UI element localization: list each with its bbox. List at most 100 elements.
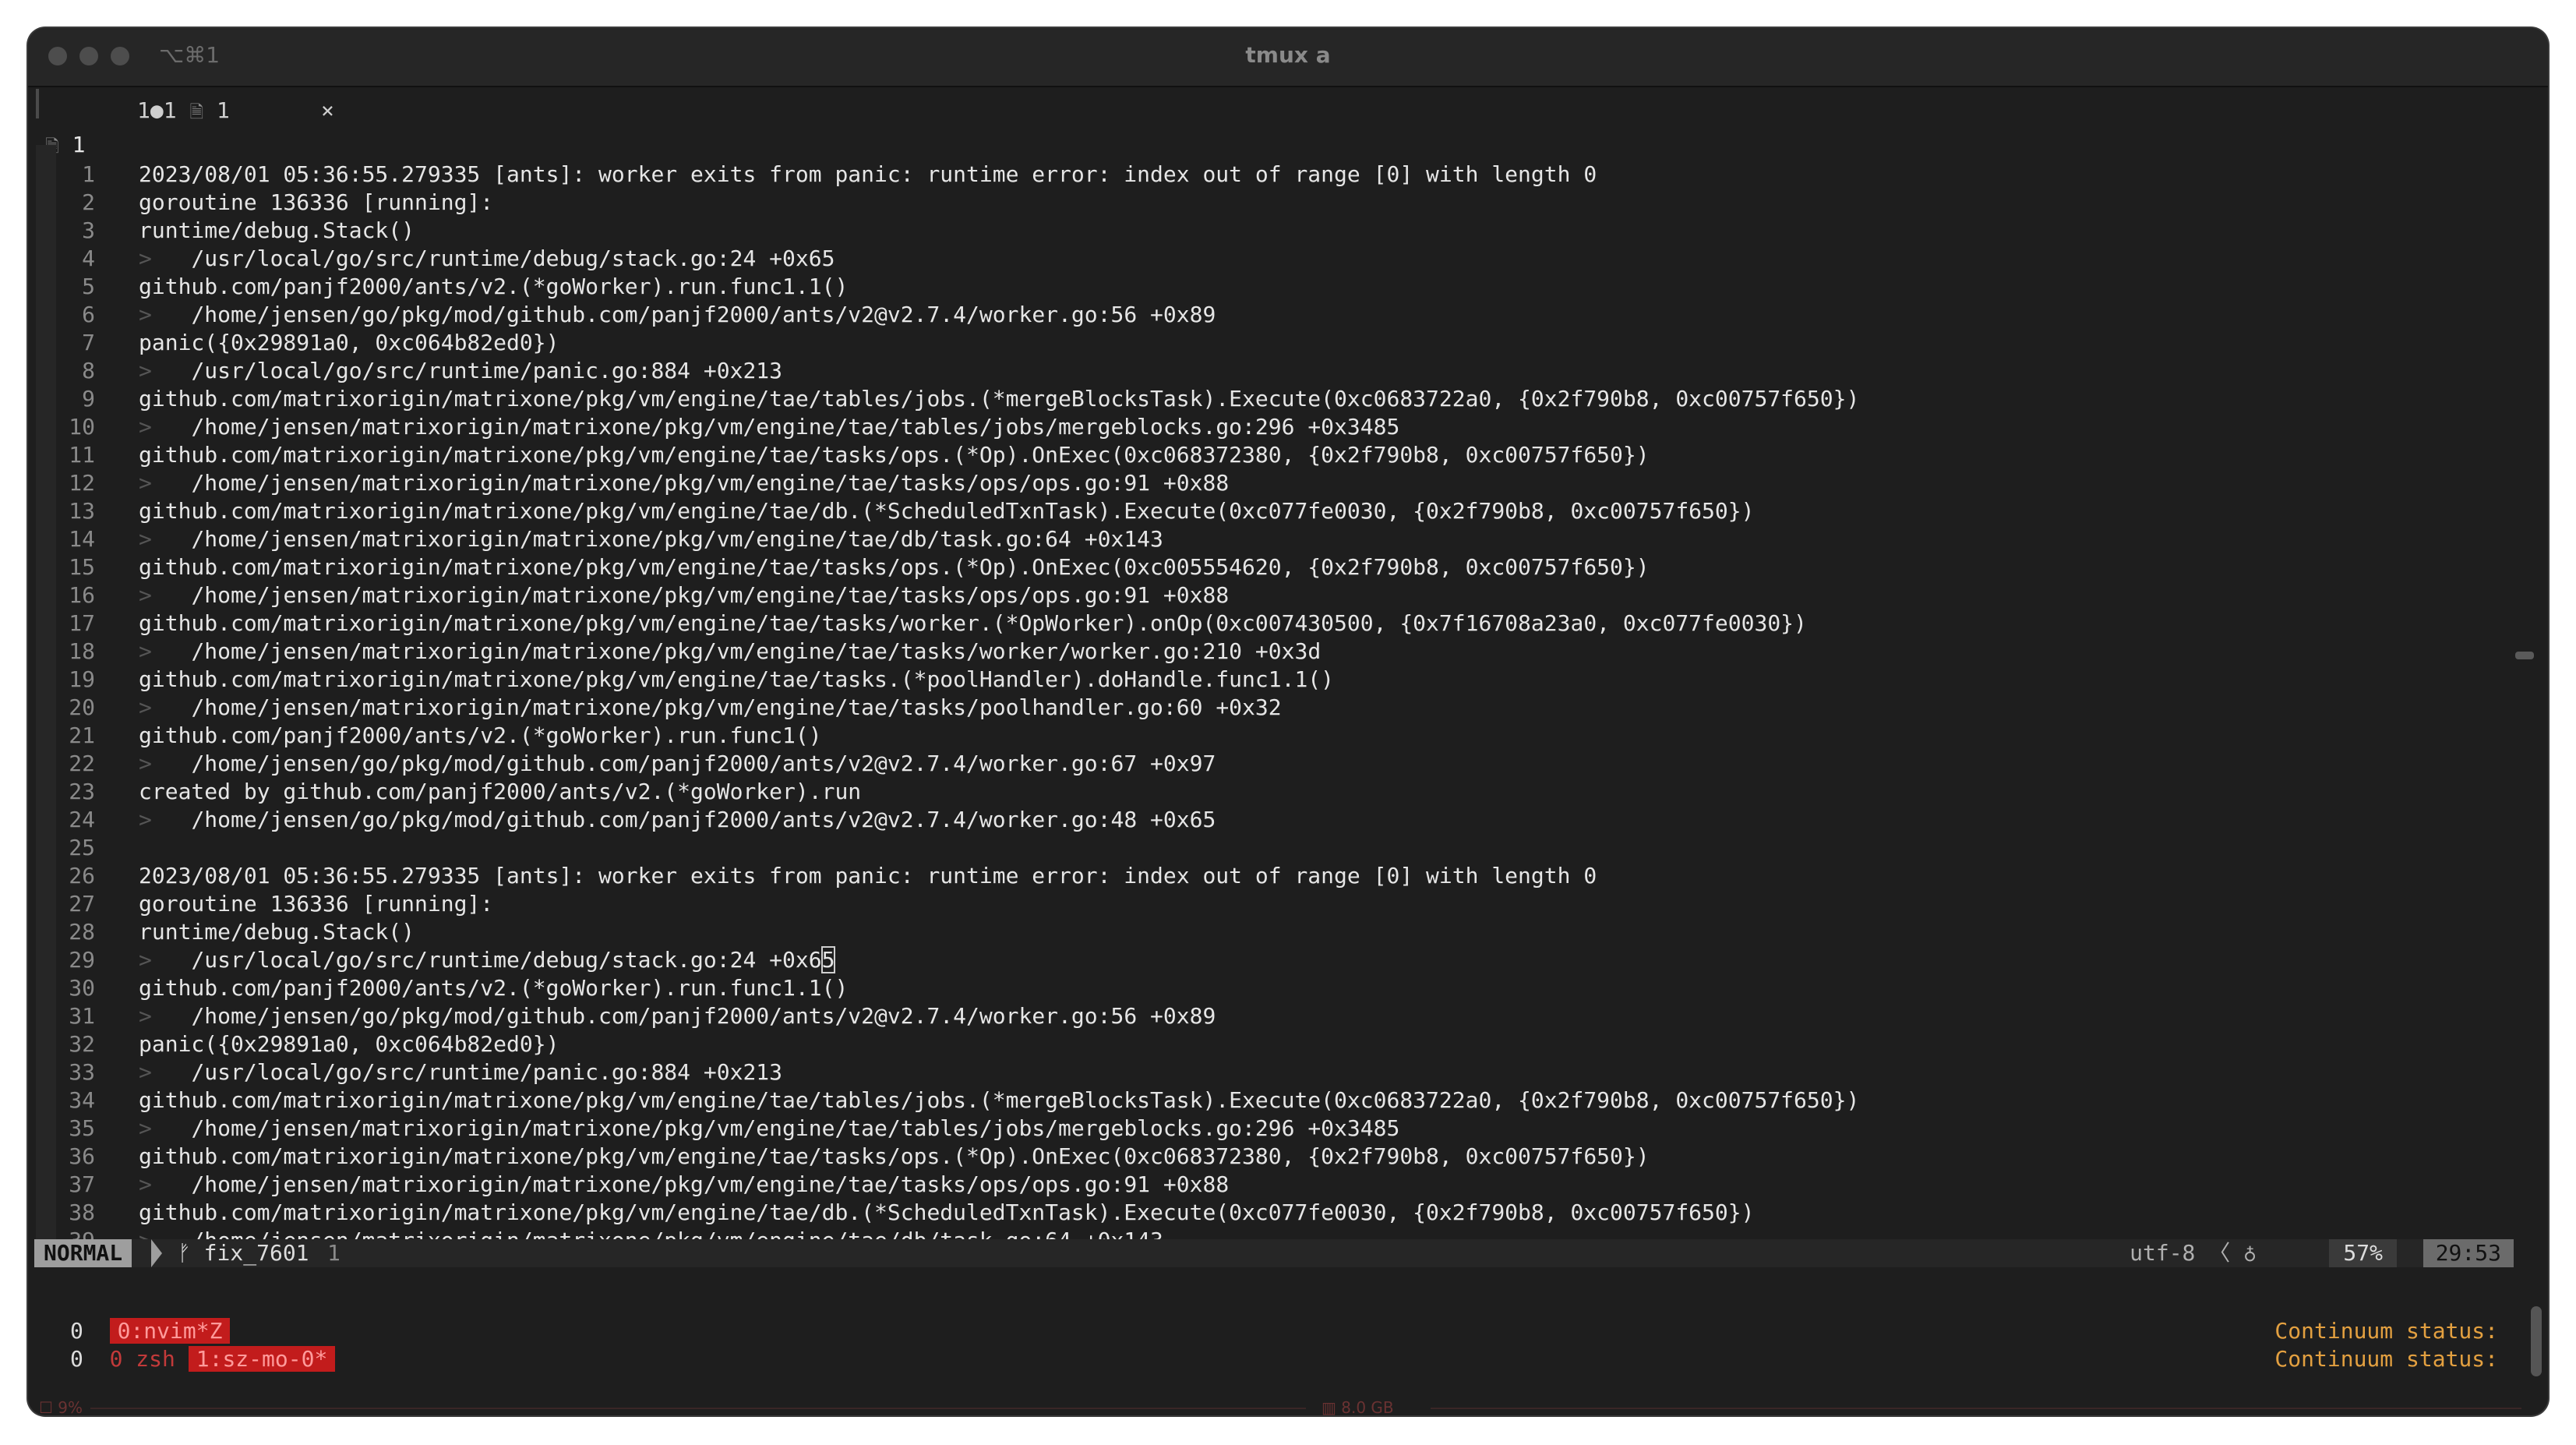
editor-line[interactable]: 21 github.com/panjf2000/ants/v2.(*goWorke…: [56, 722, 2518, 750]
line-text: github.com/matrixorigin/matrixone/pkg/vm…: [139, 441, 1650, 469]
scrollbar-thumb[interactable]: [2515, 652, 2534, 659]
line-number: 20: [69, 694, 95, 720]
line-text: > /usr/local/go/src/runtime/panic.go:884…: [139, 1058, 782, 1086]
line-text: github.com/panjf2000/ants/v2.(*goWorker)…: [139, 974, 848, 1002]
memory-value: 8.0 GB: [1341, 1398, 1394, 1415]
editor-line[interactable]: 12 > /home/jensen/matrixorigin/matrixone/…: [56, 469, 2518, 497]
session-index: 0: [70, 1346, 83, 1372]
line-number: 27: [69, 891, 95, 917]
editor-line[interactable]: 34 github.com/matrixorigin/matrixone/pkg/…: [56, 1086, 2518, 1115]
editor-line[interactable]: 31 > /home/jensen/go/pkg/mod/github.com/p…: [56, 1002, 2518, 1030]
indent-guide: >: [139, 751, 192, 776]
indent-guide: >: [139, 1059, 192, 1085]
editor-line[interactable]: 25: [56, 834, 2518, 862]
line-text: github.com/panjf2000/ants/v2.(*goWorker)…: [139, 273, 848, 301]
line-number: 36: [69, 1143, 95, 1169]
line-content: github.com/matrixorigin/matrixone/pkg/vm…: [139, 442, 1650, 468]
line-number: 33: [69, 1059, 95, 1085]
editor-line[interactable]: 4 > /usr/local/go/src/runtime/debug/stack…: [56, 245, 2518, 273]
line-content: /usr/local/go/src/runtime/panic.go:884 +…: [191, 1059, 783, 1085]
line-number: 26: [69, 863, 95, 889]
editor-line[interactable]: 5 github.com/panjf2000/ants/v2.(*goWorker…: [56, 273, 2518, 301]
editor-line[interactable]: 10 > /home/jensen/matrixorigin/matrixone/…: [56, 413, 2518, 441]
line-text: goroutine 136336 [running]:: [139, 890, 493, 918]
editor-line[interactable]: 35 > /home/jensen/matrixorigin/matrixone/…: [56, 1115, 2518, 1143]
line-number: 1: [82, 161, 95, 187]
line-content: goroutine 136336 [running]:: [139, 891, 494, 917]
line-text: > /home/jensen/go/pkg/mod/github.com/pan…: [139, 301, 1216, 329]
editor-line[interactable]: 38 github.com/matrixorigin/matrixone/pkg/…: [56, 1199, 2518, 1227]
line-content: /usr/local/go/src/runtime/panic.go:884 +…: [191, 358, 783, 383]
editor-line[interactable]: 23 created by github.com/panjf2000/ants/v…: [56, 778, 2518, 806]
tmux-window-active[interactable]: 1:sz-mo-0*: [188, 1346, 336, 1372]
editor-line[interactable]: 30 github.com/panjf2000/ants/v2.(*goWorke…: [56, 974, 2518, 1002]
editor-line[interactable]: 9 github.com/matrixorigin/matrixone/pkg/v…: [56, 385, 2518, 413]
line-text: github.com/matrixorigin/matrixone/pkg/vm…: [139, 1199, 1754, 1227]
editor-line[interactable]: 29 > /usr/local/go/src/runtime/debug/stac…: [56, 946, 2518, 974]
editor-line[interactable]: 15 github.com/matrixorigin/matrixone/pkg/…: [56, 553, 2518, 581]
line-number: 31: [69, 1003, 95, 1029]
line-content: github.com/panjf2000/ants/v2.(*goWorker)…: [139, 975, 849, 1001]
status-line: NORMAL ᚠ fix_7601 1 utf-8 〈 ♁ 57% 29:53: [34, 1239, 2514, 1267]
memory-usage: ▥ 8.0 GB: [1322, 1398, 1394, 1415]
line-number: 35: [69, 1115, 95, 1141]
editor-line[interactable]: 27 goroutine 136336 [running]:: [56, 890, 2518, 918]
indent-guide: >: [139, 246, 192, 271]
editor-line[interactable]: 24 > /home/jensen/go/pkg/mod/github.com/p…: [56, 806, 2518, 834]
line-number: 25: [69, 835, 95, 860]
line-content: github.com/matrixorigin/matrixone/pkg/vm…: [139, 386, 1860, 412]
editor-line[interactable]: 11 github.com/matrixorigin/matrixone/pkg/…: [56, 441, 2518, 469]
line-content: github.com/matrixorigin/matrixone/pkg/vm…: [139, 1087, 1860, 1113]
line-content: /home/jensen/go/pkg/mod/github.com/panjf…: [191, 807, 1216, 832]
editor-line[interactable]: 19 github.com/matrixorigin/matrixone/pkg/…: [56, 666, 2518, 694]
line-content: /home/jensen/matrixorigin/matrixone/pkg/…: [191, 694, 1282, 720]
line-content: panic({0x29891a0, 0xc064b82ed0}): [139, 330, 559, 355]
editor-line[interactable]: 18 > /home/jensen/matrixorigin/matrixone/…: [56, 638, 2518, 666]
editor-line[interactable]: 1 2023/08/01 05:36:55.279335 [ants]: work…: [56, 161, 2518, 189]
line-number: 18: [69, 638, 95, 664]
editor-buffer[interactable]: 1 2023/08/01 05:36:55.279335 [ants]: work…: [56, 161, 2518, 1267]
editor-line[interactable]: 20 > /home/jensen/matrixorigin/matrixone/…: [56, 694, 2518, 722]
tmux-scrollbar[interactable]: [2531, 1306, 2542, 1376]
divider: [90, 1408, 1306, 1409]
close-tab-button[interactable]: ×: [321, 97, 334, 125]
editor-line[interactable]: 13 github.com/matrixorigin/matrixone/pkg/…: [56, 497, 2518, 525]
line-number: 24: [69, 807, 95, 832]
tab-1[interactable]: 1●1 🗎 1: [137, 97, 230, 127]
editor-line[interactable]: 8 > /usr/local/go/src/runtime/panic.go:88…: [56, 357, 2518, 385]
editor-line[interactable]: 36 github.com/matrixorigin/matrixone/pkg/…: [56, 1143, 2518, 1171]
editor-line[interactable]: 16 > /home/jensen/matrixorigin/matrixone/…: [56, 581, 2518, 609]
line-content: /home/jensen/matrixorigin/matrixone/pkg/…: [191, 1171, 1230, 1197]
line-number: 37: [69, 1171, 95, 1197]
editor-line[interactable]: 32 panic({0x29891a0, 0xc064b82ed0}): [56, 1030, 2518, 1058]
line-number: 15: [69, 554, 95, 580]
nvim-tabline: 1●1 🗎 1 ×: [28, 87, 2548, 131]
line-number: 12: [69, 470, 95, 496]
continuum-status: Continuum status:: [2274, 1346, 2498, 1372]
editor-line[interactable]: 33 > /usr/local/go/src/runtime/panic.go:8…: [56, 1058, 2518, 1086]
line-text: runtime/debug.Stack(): [139, 918, 415, 946]
title-bar: ⌥⌘1 tmux a: [28, 28, 2548, 87]
editor-line[interactable]: 2 goroutine 136336 [running]:: [56, 189, 2518, 217]
editor-line[interactable]: 26 2023/08/01 05:36:55.279335 [ants]: wor…: [56, 862, 2518, 890]
line-number: 14: [69, 526, 95, 552]
line-text: > /home/jensen/go/pkg/mod/github.com/pan…: [139, 750, 1216, 778]
editor-line[interactable]: 3 runtime/debug.Stack(): [56, 217, 2518, 245]
editor-line[interactable]: 6 > /home/jensen/go/pkg/mod/github.com/pa…: [56, 301, 2518, 329]
editor-line[interactable]: 14 > /home/jensen/matrixorigin/matrixone/…: [56, 525, 2518, 553]
line-content: /home/jensen/matrixorigin/matrixone/pkg/…: [191, 1115, 1400, 1141]
editor-line[interactable]: 7 panic({0x29891a0, 0xc064b82ed0}): [56, 329, 2518, 357]
line-text: > /home/jensen/go/pkg/mod/github.com/pan…: [139, 1002, 1216, 1030]
tmux-window[interactable]: 0 zsh: [110, 1346, 175, 1372]
editor-line[interactable]: 28 runtime/debug.Stack(): [56, 918, 2518, 946]
indent-guide: >: [139, 1115, 192, 1141]
editor-line[interactable]: 37 > /home/jensen/matrixorigin/matrixone/…: [56, 1171, 2518, 1199]
editor-line[interactable]: 22 > /home/jensen/go/pkg/mod/github.com/p…: [56, 750, 2518, 778]
line-content: goroutine 136336 [running]:: [139, 189, 494, 215]
editor-line[interactable]: 17 github.com/matrixorigin/matrixone/pkg/…: [56, 609, 2518, 638]
line-content: github.com/matrixorigin/matrixone/pkg/vm…: [139, 1199, 1755, 1225]
tmux-window-active[interactable]: 0:nvim*Z: [109, 1318, 231, 1344]
line-content: github.com/matrixorigin/matrixone/pkg/vm…: [139, 610, 1807, 636]
line-number: 21: [69, 722, 95, 748]
line-text: runtime/debug.Stack(): [139, 217, 415, 245]
